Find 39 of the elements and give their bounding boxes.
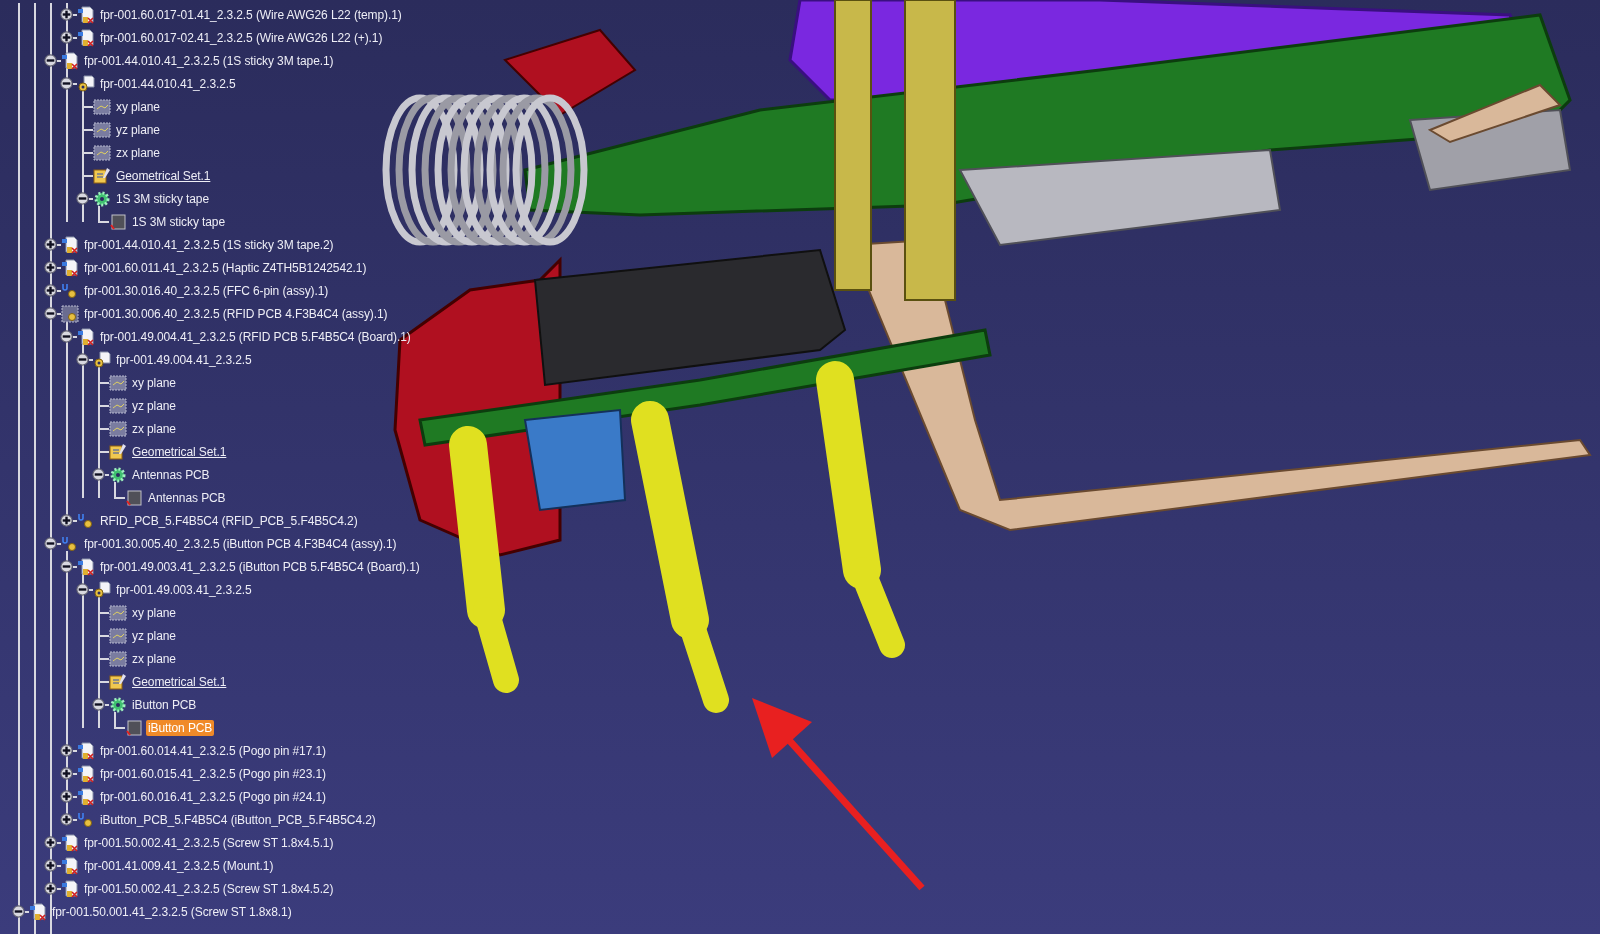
- tree-node-label[interactable]: fpr-001.30.006.40_2.3.2.5 (RFID PCB 4.F3B4C4 (assy).1): [82, 305, 390, 322]
- tree-node-label[interactable]: fpr-001.60.017-02.41_2.3.2.5 (Wire AWG26 L22 (+).1): [98, 29, 385, 46]
- tree-node-label[interactable]: fpr-001.30.016.40_2.3.2.5 (FFC 6-pin (assy).1): [82, 282, 331, 299]
- tree-node-label[interactable]: fpr-001.49.004.41_2.3.2.5 (RFID PCB 5.F4B5C4 (Board).1): [98, 328, 413, 345]
- tree-node-label[interactable]: iButton PCB: [130, 696, 199, 713]
- tree-node-label[interactable]: fpr-001.49.003.41_2.3.2.5: [114, 581, 254, 598]
- tree-node-label[interactable]: xy plane: [130, 604, 178, 621]
- tree-node-label[interactable]: xy plane: [130, 374, 178, 391]
- tree-node-label[interactable]: fpr-001.49.004.41_2.3.2.5: [114, 351, 254, 368]
- tree-node-label[interactable]: fpr-001.60.016.41_2.3.2.5 (Pogo pin #24.1): [98, 788, 328, 805]
- tree-node-label[interactable]: fpr-001.50.002.41_2.3.2.5 (Screw ST 1.8x4.5.1): [82, 834, 336, 851]
- tree-node-label[interactable]: fpr-001.60.014.41_2.3.2.5 (Pogo pin #17.1): [98, 742, 328, 759]
- tree-node-label[interactable]: zx plane: [130, 650, 178, 667]
- tree-node-label[interactable]: Geometrical Set.1: [130, 673, 229, 690]
- tree-node-label[interactable]: fpr-001.60.015.41_2.3.2.5 (Pogo pin #23.1): [98, 765, 328, 782]
- tree-node-label[interactable]: zx plane: [130, 420, 178, 437]
- tree-node-label[interactable]: yz plane: [114, 121, 162, 138]
- tree-node-label[interactable]: fpr-001.44.010.41_2.3.2.5 (1S sticky 3M tape.2): [82, 236, 336, 253]
- tree-node-label[interactable]: Geometrical Set.1: [114, 167, 213, 184]
- tree-node-label[interactable]: iButton_PCB_5.F4B5C4 (iButton_PCB_5.F4B5C4.2): [98, 811, 378, 828]
- tree-node-label[interactable]: fpr-001.49.003.41_2.3.2.5 (iButton PCB 5.F4B5C4 (Board).1): [98, 558, 422, 575]
- tree-node-label[interactable]: fpr-001.60.011.41_2.3.2.5 (Haptic Z4TH5B1242542.1): [82, 259, 369, 276]
- tree-node-label[interactable]: fpr-001.50.002.41_2.3.2.5 (Screw ST 1.8x4.5.2): [82, 880, 336, 897]
- tree-node-label[interactable]: Antennas PCB: [146, 489, 228, 506]
- tree-node-label[interactable]: Antennas PCB: [130, 466, 212, 483]
- tree-node-label[interactable]: RFID_PCB_5.F4B5C4 (RFID_PCB_5.F4B5C4.2): [98, 512, 360, 529]
- tree-node-label[interactable]: yz plane: [130, 627, 178, 644]
- tree-node-label[interactable]: Geometrical Set.1: [130, 443, 229, 460]
- tree-node-label[interactable]: yz plane: [130, 397, 178, 414]
- tree-node-label[interactable]: xy plane: [114, 98, 162, 115]
- tree-node-label[interactable]: fpr-001.41.009.41_2.3.2.5 (Mount.1): [82, 857, 276, 874]
- tree-node-label[interactable]: fpr-001.44.010.41_2.3.2.5 (1S sticky 3M tape.1): [82, 52, 336, 69]
- tree-node-label[interactable]: fpr-001.50.001.41_2.3.2.5 (Screw ST 1.8x8.1): [50, 903, 294, 920]
- tree-node-label[interactable]: fpr-001.30.005.40_2.3.2.5 (iButton PCB 4.F3B4C4 (assy).1): [82, 535, 399, 552]
- tree-node-label[interactable]: fpr-001.44.010.41_2.3.2.5: [98, 75, 238, 92]
- tree-node-label[interactable]: 1S 3M sticky tape: [114, 190, 211, 207]
- tree-node-label[interactable]: zx plane: [114, 144, 162, 161]
- tree-node-label[interactable]: 1S 3M sticky tape: [130, 213, 227, 230]
- tree-node-label[interactable]: fpr-001.60.017-01.41_2.3.2.5 (Wire AWG26 L22 (temp).1): [98, 6, 404, 23]
